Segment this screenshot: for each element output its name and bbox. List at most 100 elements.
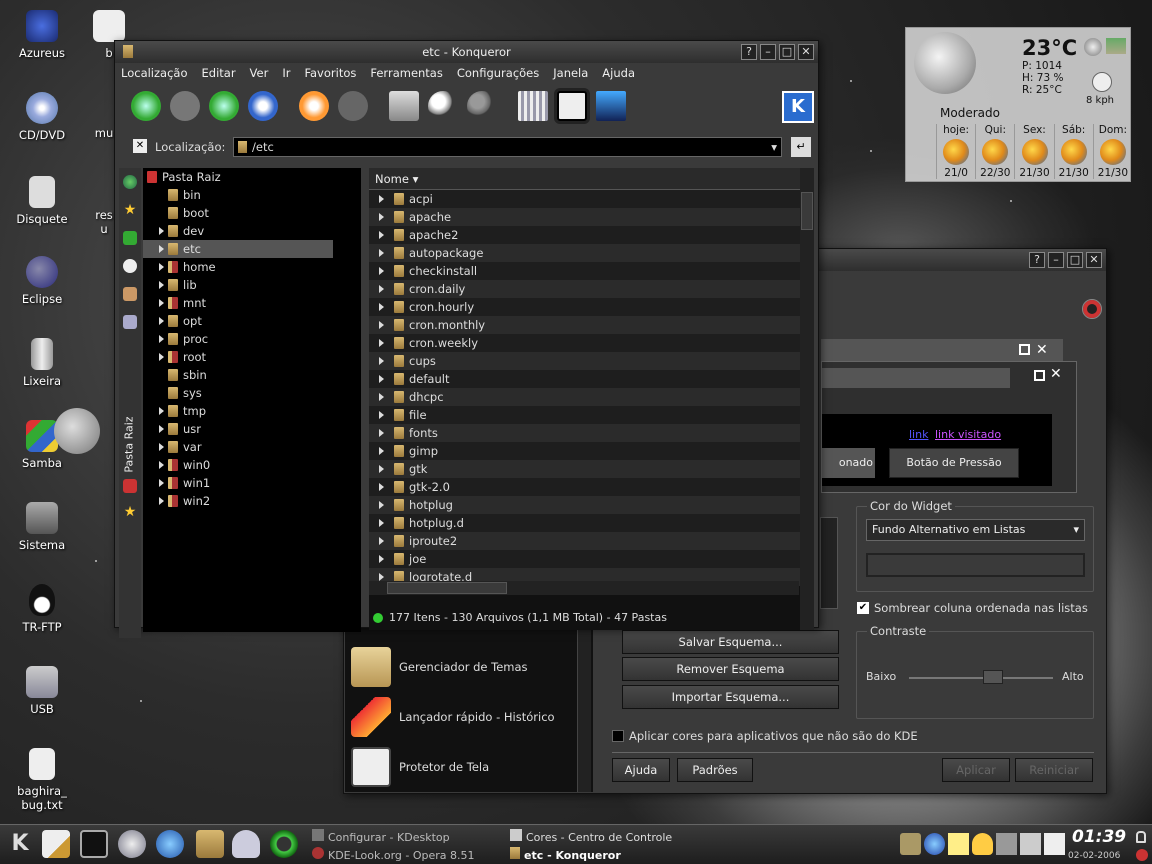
history-icon[interactable] xyxy=(123,259,137,273)
sidebar-tab-pasta-raiz[interactable]: Pasta Raiz xyxy=(123,405,136,485)
book-icon[interactable] xyxy=(123,231,137,245)
help-person-icon[interactable] xyxy=(232,830,260,858)
expand-arrow-icon[interactable] xyxy=(379,501,384,509)
desktop-icon-baghira[interactable]: baghira_ bug.txt xyxy=(2,748,82,812)
preview-view-icon[interactable] xyxy=(596,91,626,121)
tree-item-sys[interactable]: sys xyxy=(143,384,361,402)
task-konqueror[interactable]: etc - Konqueror xyxy=(510,847,621,862)
expand-arrow-icon[interactable] xyxy=(379,393,384,401)
bookmark-star-icon[interactable]: ★ xyxy=(123,203,137,217)
tree-item-bin[interactable]: bin xyxy=(143,186,361,204)
file-row-hotplug[interactable]: hotplug xyxy=(369,496,814,514)
expand-arrow-icon[interactable] xyxy=(159,335,164,343)
expand-arrow-icon[interactable] xyxy=(379,447,384,455)
expand-arrow-icon[interactable] xyxy=(159,407,164,415)
file-row-cups[interactable]: cups xyxy=(369,352,814,370)
module-screensaver[interactable]: Protetor de Tela xyxy=(347,742,577,792)
desktop-icon-lixeira[interactable]: Lixeira xyxy=(2,338,82,388)
tree-item-lib[interactable]: lib xyxy=(143,276,361,294)
zoom-in-icon[interactable] xyxy=(428,91,458,121)
tree-item-boot[interactable]: boot xyxy=(143,204,361,222)
help-window-button[interactable]: ? xyxy=(1029,252,1045,268)
minimize-button[interactable]: – xyxy=(760,44,776,60)
tree-item-win0[interactable]: win0 xyxy=(143,456,361,474)
reset-button[interactable]: Reiniciar xyxy=(1015,758,1093,782)
media-icon[interactable] xyxy=(123,287,137,301)
lock-icon[interactable] xyxy=(1136,831,1146,843)
expand-arrow-icon[interactable] xyxy=(379,249,384,257)
desktop-icon-cddvd[interactable]: CD/DVD xyxy=(2,92,82,142)
expand-arrow-icon[interactable] xyxy=(379,285,384,293)
desktop-icon-azureus[interactable]: Azureus xyxy=(2,10,82,60)
tray-speaker-icon[interactable] xyxy=(996,833,1017,855)
control-center-icon[interactable] xyxy=(118,830,146,858)
minimize-button[interactable]: – xyxy=(1048,252,1064,268)
opera-icon[interactable] xyxy=(270,830,298,858)
module-quick-launcher[interactable]: Lançador rápido - Histórico xyxy=(347,692,577,742)
tray-clipboard-icon[interactable] xyxy=(1020,833,1041,855)
desktop-icon-sistema[interactable]: Sistema xyxy=(2,502,82,552)
scheme-list-scrollbar[interactable] xyxy=(820,517,838,609)
file-row-cron.hourly[interactable]: cron.hourly xyxy=(369,298,814,316)
module-list-scrollbar[interactable] xyxy=(577,616,591,792)
help-lifebuoy-icon[interactable] xyxy=(1082,299,1102,319)
expand-arrow-icon[interactable] xyxy=(379,429,384,437)
expand-arrow-icon[interactable] xyxy=(159,443,164,451)
remove-scheme-button[interactable]: Remover Esquema xyxy=(622,657,839,681)
tray-globe-icon[interactable] xyxy=(924,833,945,855)
file-row-autopackage[interactable]: autopackage xyxy=(369,244,814,262)
expand-arrow-icon[interactable] xyxy=(159,461,164,469)
expand-arrow-icon[interactable] xyxy=(379,483,384,491)
desktop-icon-eclipse[interactable]: Eclipse xyxy=(2,256,82,306)
expand-arrow-icon[interactable] xyxy=(159,497,164,505)
clock[interactable]: 01:39 xyxy=(1072,827,1126,847)
expand-arrow-icon[interactable] xyxy=(159,479,164,487)
up-icon[interactable] xyxy=(209,91,239,121)
file-list-hscrollbar[interactable] xyxy=(369,581,799,595)
file-row-checkinstall[interactable]: checkinstall xyxy=(369,262,814,280)
module-theme-manager[interactable]: Gerenciador de Temas xyxy=(347,642,577,692)
file-row-hotplug.d[interactable]: hotplug.d xyxy=(369,514,814,532)
home-icon[interactable] xyxy=(248,91,278,121)
tray-window-icon[interactable] xyxy=(1044,833,1065,855)
apply-button[interactable]: Aplicar xyxy=(942,758,1010,782)
expand-arrow-icon[interactable] xyxy=(379,195,384,203)
close-button[interactable]: ✕ xyxy=(798,44,814,60)
file-row-gtk[interactable]: gtk xyxy=(369,460,814,478)
zoom-out-icon[interactable] xyxy=(467,91,497,121)
task-control-center[interactable]: Cores - Centro de Controle xyxy=(510,829,672,844)
tree-item-win2[interactable]: win2 xyxy=(143,492,361,510)
tray-notes-icon[interactable] xyxy=(948,833,969,855)
expand-arrow-icon[interactable] xyxy=(379,339,384,347)
web-browser-icon[interactable] xyxy=(156,830,184,858)
expand-arrow-icon[interactable] xyxy=(159,281,164,289)
menu-ajuda[interactable]: Ajuda xyxy=(602,66,635,80)
clear-location-icon[interactable]: ✕ xyxy=(133,139,147,153)
expand-arrow-icon[interactable] xyxy=(379,375,384,383)
save-scheme-button[interactable]: Salvar Esquema... xyxy=(622,630,839,654)
expand-arrow-icon[interactable] xyxy=(379,411,384,419)
file-row-gtk-2.0[interactable]: gtk-2.0 xyxy=(369,478,814,496)
contrast-slider-thumb[interactable] xyxy=(983,670,1003,684)
menu-editar[interactable]: Editar xyxy=(202,66,236,80)
expand-arrow-icon[interactable] xyxy=(159,263,164,271)
widget-color-select[interactable]: Fundo Alternativo em Listas ▾ xyxy=(866,519,1085,541)
home-folder-icon[interactable] xyxy=(196,830,224,858)
file-list-scrollbar[interactable] xyxy=(800,168,814,630)
icon-view-icon[interactable] xyxy=(518,91,548,121)
date[interactable]: 02-02-2006 xyxy=(1068,851,1120,861)
reload-icon[interactable] xyxy=(299,91,329,121)
logout-icon[interactable] xyxy=(1136,849,1148,861)
expand-arrow-icon[interactable] xyxy=(159,317,164,325)
expand-arrow-icon[interactable] xyxy=(379,303,384,311)
menu-configuracoes[interactable]: Configurações xyxy=(457,66,539,80)
tree-item-tmp[interactable]: tmp xyxy=(143,402,361,420)
services-icon[interactable] xyxy=(123,315,137,329)
import-scheme-button[interactable]: Importar Esquema... xyxy=(622,685,839,709)
go-button[interactable]: ↵ xyxy=(791,137,811,157)
expand-arrow-icon[interactable] xyxy=(379,537,384,545)
tree-item-etc[interactable]: etc xyxy=(143,240,333,258)
close-button[interactable]: ✕ xyxy=(1086,252,1102,268)
defaults-button[interactable]: Padrões xyxy=(677,758,753,782)
expand-arrow-icon[interactable] xyxy=(159,425,164,433)
